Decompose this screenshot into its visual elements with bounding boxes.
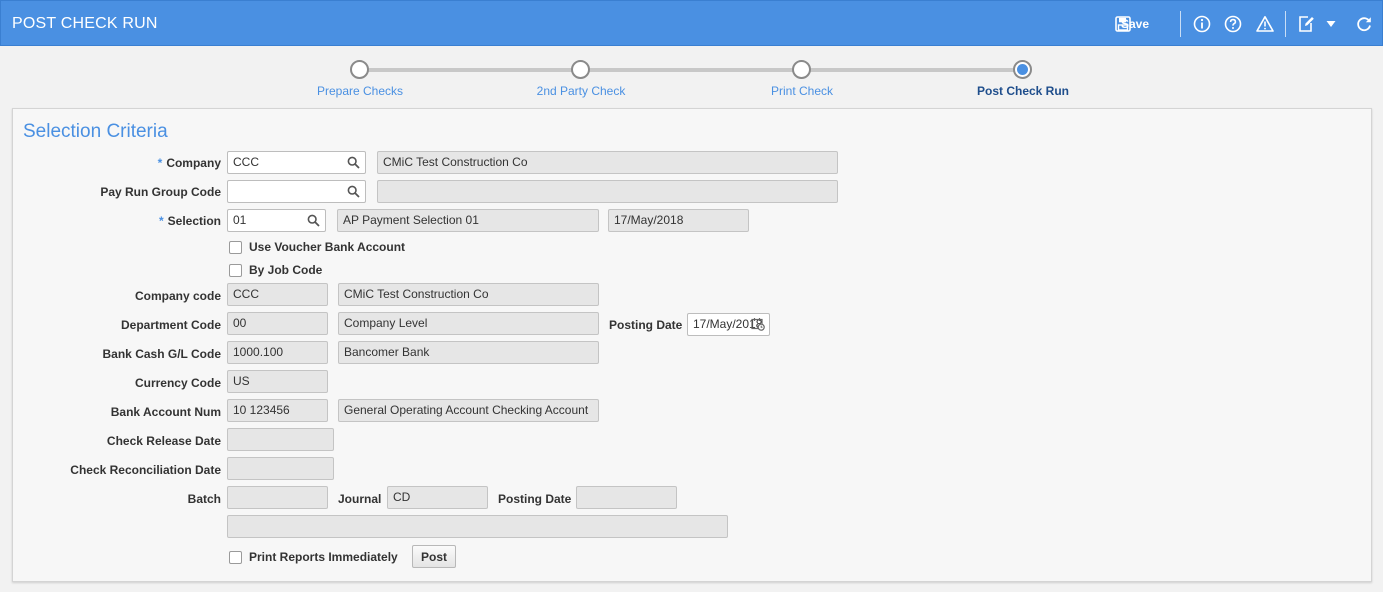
by-job-code-checkbox[interactable] [229, 264, 242, 277]
pay-run-group-label: Pay Run Group Code [100, 185, 221, 199]
check-release-date-label: Check Release Date [106, 434, 221, 448]
app-header: POST CHECK RUN Save [0, 0, 1383, 46]
wizard-step-prepare-checks[interactable]: Prepare Checks [280, 84, 440, 98]
toolbar-divider [1285, 11, 1286, 37]
posting-date-bottom-value [576, 486, 677, 509]
currency-code-label: Currency Code [134, 376, 221, 390]
batch-description [227, 515, 728, 538]
print-reports-label: Print Reports Immediately [249, 550, 398, 564]
bank-account-value: 10 123456 [227, 399, 328, 422]
warning-button[interactable] [1254, 13, 1276, 35]
calendar-icon[interactable] [751, 317, 765, 334]
pay-run-group-input[interactable] [227, 180, 366, 203]
department-code-value: 00 [227, 312, 328, 335]
wizard-step-2nd-party-check[interactable]: 2nd Party Check [501, 84, 661, 98]
edit-button[interactable] [1295, 13, 1317, 35]
company-label: * Company [157, 156, 221, 170]
refresh-button[interactable] [1353, 13, 1375, 35]
department-code-label: Department Code [120, 318, 221, 332]
journal-value: CD [387, 486, 488, 509]
check-reconciliation-date-value [227, 457, 334, 480]
edit-icon [1297, 15, 1315, 33]
help-button[interactable] [1222, 13, 1244, 35]
info-icon [1193, 15, 1211, 33]
use-voucher-bank-checkbox[interactable] [229, 241, 242, 254]
wizard-step-dot-post-check-run[interactable] [1013, 60, 1032, 79]
wizard-step-post-check-run[interactable]: Post Check Run [943, 84, 1103, 98]
batch-value [227, 486, 328, 509]
more-dropdown-button[interactable] [1322, 13, 1340, 35]
refresh-icon [1355, 15, 1373, 33]
company-description: CMiC Test Construction Co [377, 151, 838, 174]
wizard-step-dot-2nd-party-check[interactable] [571, 60, 590, 79]
selection-label: * Selection [158, 214, 221, 228]
bank-cash-gl-value: 1000.100 [227, 341, 328, 364]
info-button[interactable] [1191, 13, 1213, 35]
bank-account-label: Bank Account Num [110, 405, 221, 419]
posting-date-bottom-label: Posting Date [498, 492, 572, 506]
page-title: POST CHECK RUN [12, 15, 158, 32]
bank-account-description: General Operating Account Checking Accou… [338, 399, 599, 422]
wizard-track [360, 68, 1023, 72]
wizard-step-dot-print-check[interactable] [792, 60, 811, 79]
company-code-value: CCC [227, 283, 328, 306]
use-voucher-bank-label: Use Voucher Bank Account [249, 240, 406, 254]
search-icon[interactable] [307, 214, 320, 230]
department-code-description: Company Level [338, 312, 599, 335]
posting-date-input[interactable]: 17/May/2018 [687, 313, 770, 336]
bank-cash-gl-label: Bank Cash G/L Code [102, 347, 221, 361]
save-label: Save [1121, 17, 1150, 31]
wizard-steps: Prepare Checks 2nd Party Check Print Che… [0, 46, 1383, 108]
currency-code-value: US [227, 370, 328, 393]
save-button[interactable]: Save [1115, 13, 1171, 35]
selection-input[interactable]: 01 [227, 209, 326, 232]
posting-date-label: Posting Date [609, 318, 683, 332]
company-code-label: Company code [134, 289, 221, 303]
check-release-date-value [227, 428, 334, 451]
chevron-down-icon [1326, 20, 1336, 28]
wizard-step-dot-prepare-checks[interactable] [350, 60, 369, 79]
journal-label: Journal [338, 492, 382, 506]
required-marker: * [158, 214, 164, 228]
post-button[interactable]: Post [412, 545, 456, 568]
search-icon[interactable] [347, 185, 360, 201]
wizard-step-print-check[interactable]: Print Check [722, 84, 882, 98]
selection-description: AP Payment Selection 01 [337, 209, 599, 232]
warning-icon [1256, 15, 1274, 33]
by-job-code-label: By Job Code [249, 263, 323, 277]
section-title: Selection Criteria [23, 121, 168, 142]
check-reconciliation-date-label: Check Reconciliation Date [70, 463, 221, 477]
toolbar-divider [1180, 11, 1181, 37]
selection-criteria-panel: Selection Criteria * Company CCC CMiC Tes… [12, 108, 1372, 582]
selection-date: 17/May/2018 [608, 209, 749, 232]
required-marker: * [157, 156, 163, 170]
company-code-description: CMiC Test Construction Co [338, 283, 599, 306]
print-reports-checkbox[interactable] [229, 551, 242, 564]
batch-label: Batch [187, 492, 221, 506]
help-icon [1224, 15, 1242, 33]
pay-run-group-description [377, 180, 838, 203]
company-input[interactable]: CCC [227, 151, 366, 174]
bank-cash-gl-description: Bancomer Bank [338, 341, 599, 364]
search-icon[interactable] [347, 156, 360, 172]
